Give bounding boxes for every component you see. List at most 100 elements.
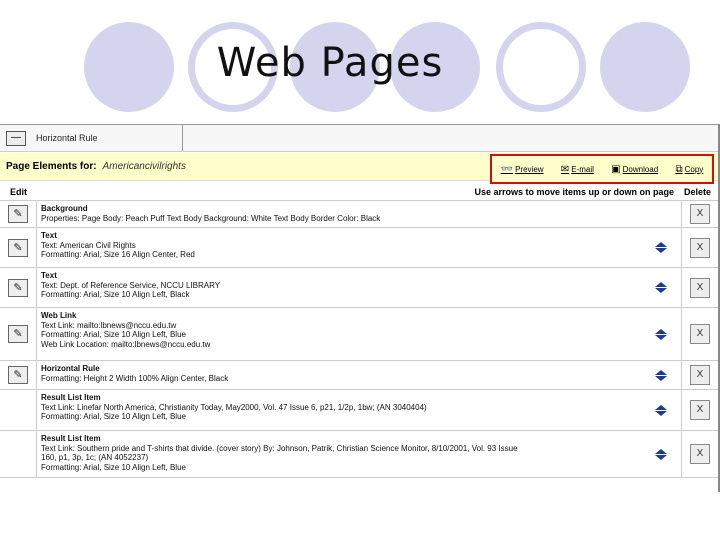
preview-label: Preview <box>515 164 544 174</box>
envelope-icon: ✉ <box>560 163 570 175</box>
edit-pencil-icon[interactable]: ✎ <box>8 205 28 223</box>
element-detail-line: Formatting: Arial, Size 10 Align Left, B… <box>41 330 186 339</box>
arrow-down-icon[interactable] <box>655 454 667 460</box>
delete-x-icon[interactable]: X <box>690 324 710 344</box>
edit-pencil-icon[interactable]: ✎ <box>8 238 28 257</box>
horizontal-rule-icon[interactable]: — <box>6 130 26 146</box>
glasses-icon: 👓 <box>500 163 514 175</box>
move-cell <box>641 308 681 360</box>
edit-cell: ✎ <box>0 201 37 227</box>
delete-cell: X <box>681 228 718 267</box>
floppy-icon: ▣ <box>611 163 621 175</box>
header-edit: Edit <box>10 186 27 197</box>
horizontal-rule-label: Horizontal Rule <box>36 133 98 143</box>
arrow-up-icon[interactable] <box>655 369 667 375</box>
move-cell <box>641 228 681 267</box>
delete-cell: X <box>681 431 718 477</box>
arrow-up-icon[interactable] <box>655 282 667 287</box>
table-row: ✎ Horizontal Rule Formatting: Height 2 Wid… <box>0 361 718 390</box>
arrow-up-icon[interactable] <box>655 448 667 454</box>
element-description: Text Text: Dept. of Reference Service, NC… <box>37 268 641 307</box>
edit-cell: ✎ <box>0 268 37 307</box>
element-detail-line: Formatting: Height 2 Width 100% Align Ce… <box>41 373 229 383</box>
element-detail-line: Formatting: Arial, Size 10 Align Left, B… <box>41 290 190 299</box>
element-description: Horizontal Rule Formatting: Height 2 Widt… <box>37 361 641 389</box>
delete-cell: X <box>681 268 718 307</box>
elements-table: ✎ Background Properties: Page Body: Peach … <box>0 201 718 478</box>
arrow-down-icon[interactable] <box>655 375 667 381</box>
delete-x-icon[interactable]: X <box>690 204 710 224</box>
edit-cell <box>0 431 37 477</box>
download-link[interactable]: ▣ Download <box>611 164 658 175</box>
move-cell <box>641 431 681 477</box>
element-detail-line: Text: American Civil Rights <box>41 240 136 250</box>
page-elements-name: Americancivilrights <box>102 161 186 172</box>
element-title: Result List Item <box>41 393 101 402</box>
arrow-up-icon[interactable] <box>655 328 667 334</box>
horizontal-rule-toolbar: — Horizontal Rule <box>0 125 720 152</box>
element-detail-line: Formatting: Arial, Size 16 Align Center,… <box>41 250 195 259</box>
element-description: Result List Item Text Link: Linefar North… <box>37 390 641 430</box>
element-title: Horizontal Rule <box>41 364 100 373</box>
move-cell <box>641 361 681 389</box>
element-detail-line: Web Link Location: mailto:lbnews@nccu.ed… <box>41 339 211 349</box>
delete-cell: X <box>681 308 718 360</box>
element-detail-line: Text Link: Southern pride and T-shirts t… <box>41 443 518 453</box>
element-detail-line: Text: Dept. of Reference Service, NCCU L… <box>41 280 221 290</box>
edit-cell: ✎ <box>0 308 37 360</box>
copy-link[interactable]: ⧉ Copy <box>675 164 703 175</box>
arrow-down-icon[interactable] <box>655 288 667 293</box>
element-detail-line: 160, p1, 3p, 1c; (AN 4052237) <box>41 453 149 462</box>
delete-x-icon[interactable]: X <box>690 400 710 420</box>
slide-title: Web Pages <box>216 40 444 86</box>
move-cell <box>641 201 681 227</box>
element-title: Text <box>41 271 57 280</box>
table-row: Result List Item Text Link: Linefar North… <box>0 390 718 431</box>
delete-x-icon[interactable]: X <box>690 444 710 464</box>
arrow-up-icon[interactable] <box>655 404 667 410</box>
delete-cell: X <box>681 361 718 389</box>
element-title: Result List Item <box>41 434 101 443</box>
table-row: ✎ Background Properties: Page Body: Peach … <box>0 201 718 228</box>
delete-x-icon[interactable]: X <box>690 277 710 298</box>
element-description: Web Link Text Link: mailto:lbnews@nccu.ed… <box>37 308 641 360</box>
edit-pencil-icon[interactable]: ✎ <box>8 366 28 384</box>
element-title: Background <box>41 204 88 213</box>
arrow-down-icon[interactable] <box>655 334 667 340</box>
element-title: Text <box>41 231 57 240</box>
arrow-up-icon[interactable] <box>655 242 667 247</box>
edit-pencil-icon[interactable]: ✎ <box>8 325 28 343</box>
delete-cell: X <box>681 390 718 430</box>
element-detail-line: Formatting: Arial, Size 10 Align Left, B… <box>41 462 186 472</box>
email-label: E-mail <box>571 164 594 174</box>
download-label: Download <box>622 164 659 174</box>
preview-link[interactable]: 👓 Preview <box>501 164 544 175</box>
copy-label: Copy <box>684 164 704 174</box>
edit-cell: ✎ <box>0 361 37 389</box>
delete-x-icon[interactable]: X <box>690 237 710 258</box>
element-description: Result List Item Text Link: Southern prid… <box>37 431 641 477</box>
edit-cell <box>0 390 37 430</box>
arrow-down-icon[interactable] <box>655 248 667 253</box>
element-description: Text Text: American Civil Rights Formattin… <box>37 228 641 267</box>
tools-callout: 👓 Preview ✉ E-mail ▣ Download ⧉ Copy <box>490 154 714 184</box>
table-row: ✎ Text Text: Dept. of Reference Service, N… <box>0 268 718 308</box>
table-row: Result List Item Text Link: Southern prid… <box>0 431 718 478</box>
element-detail-line: Formatting: Arial, Size 10 Align Left, B… <box>41 412 186 421</box>
header-move: Use arrows to move items up or down on p… <box>474 186 674 197</box>
move-cell <box>641 268 681 307</box>
edit-pencil-icon[interactable]: ✎ <box>8 278 28 297</box>
delete-x-icon[interactable]: X <box>690 365 710 385</box>
table-row: ✎ Web Link Text Link: mailto:lbnews@nccu.e… <box>0 308 718 361</box>
screenshot-frame: — Horizontal Rule Page Elements for: Ame… <box>0 124 720 493</box>
element-detail-line: Text Link: mailto:lbnews@nccu.edu.tw <box>41 320 177 330</box>
element-detail-line: Properties: Page Body: Peach Puff Text B… <box>41 213 381 223</box>
header-delete: Delete <box>684 186 712 197</box>
element-description: Background Properties: Page Body: Peach P… <box>37 201 641 227</box>
page-elements-label: Page Elements for: <box>6 161 97 172</box>
email-link[interactable]: ✉ E-mail <box>561 164 594 175</box>
toolbar-divider <box>181 125 183 151</box>
element-title: Web Link <box>41 311 77 320</box>
page-elements-bar: Page Elements for: Americancivilrights 👓… <box>0 153 718 184</box>
arrow-down-icon[interactable] <box>655 410 667 416</box>
